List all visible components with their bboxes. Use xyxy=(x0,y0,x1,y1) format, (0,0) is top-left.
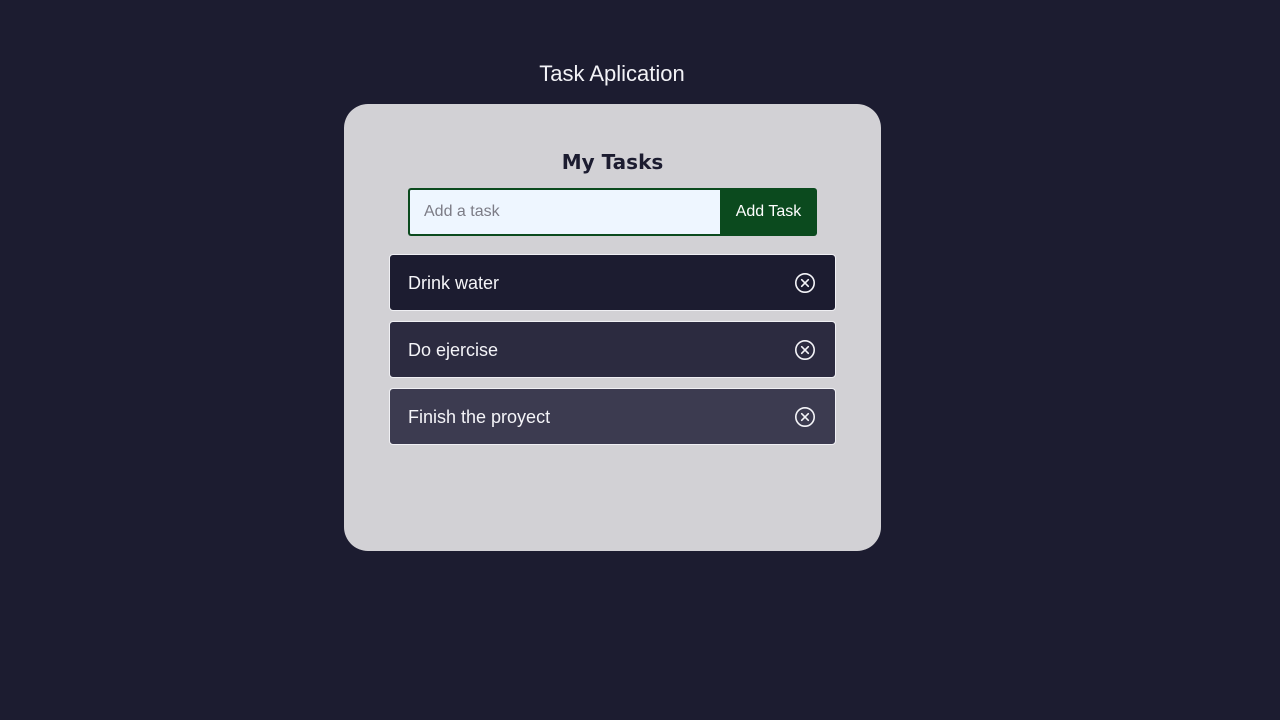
card-title: My Tasks xyxy=(561,150,664,174)
add-task-form: Add Task xyxy=(408,188,817,236)
circle-x-icon xyxy=(795,272,815,293)
app-title: Task Aplication xyxy=(539,61,685,86)
circle-x-icon xyxy=(795,406,815,427)
task-item: Finish the proyect xyxy=(389,388,836,445)
tasks-card: My Tasks Add Task Drink water Do ejercis… xyxy=(344,104,881,551)
task-list: Drink water Do ejercise Finish the proye… xyxy=(389,254,836,455)
delete-task-button[interactable] xyxy=(794,339,816,361)
task-text[interactable]: Drink water xyxy=(408,272,794,294)
task-item: Do ejercise xyxy=(389,321,836,378)
add-task-button[interactable]: Add Task xyxy=(720,188,817,236)
circle-x-icon xyxy=(795,339,815,360)
delete-task-button[interactable] xyxy=(794,272,816,294)
task-text[interactable]: Do ejercise xyxy=(408,339,794,361)
delete-task-button[interactable] xyxy=(794,406,816,428)
task-text[interactable]: Finish the proyect xyxy=(408,406,794,428)
task-input[interactable] xyxy=(408,188,720,236)
task-item: Drink water xyxy=(389,254,836,311)
